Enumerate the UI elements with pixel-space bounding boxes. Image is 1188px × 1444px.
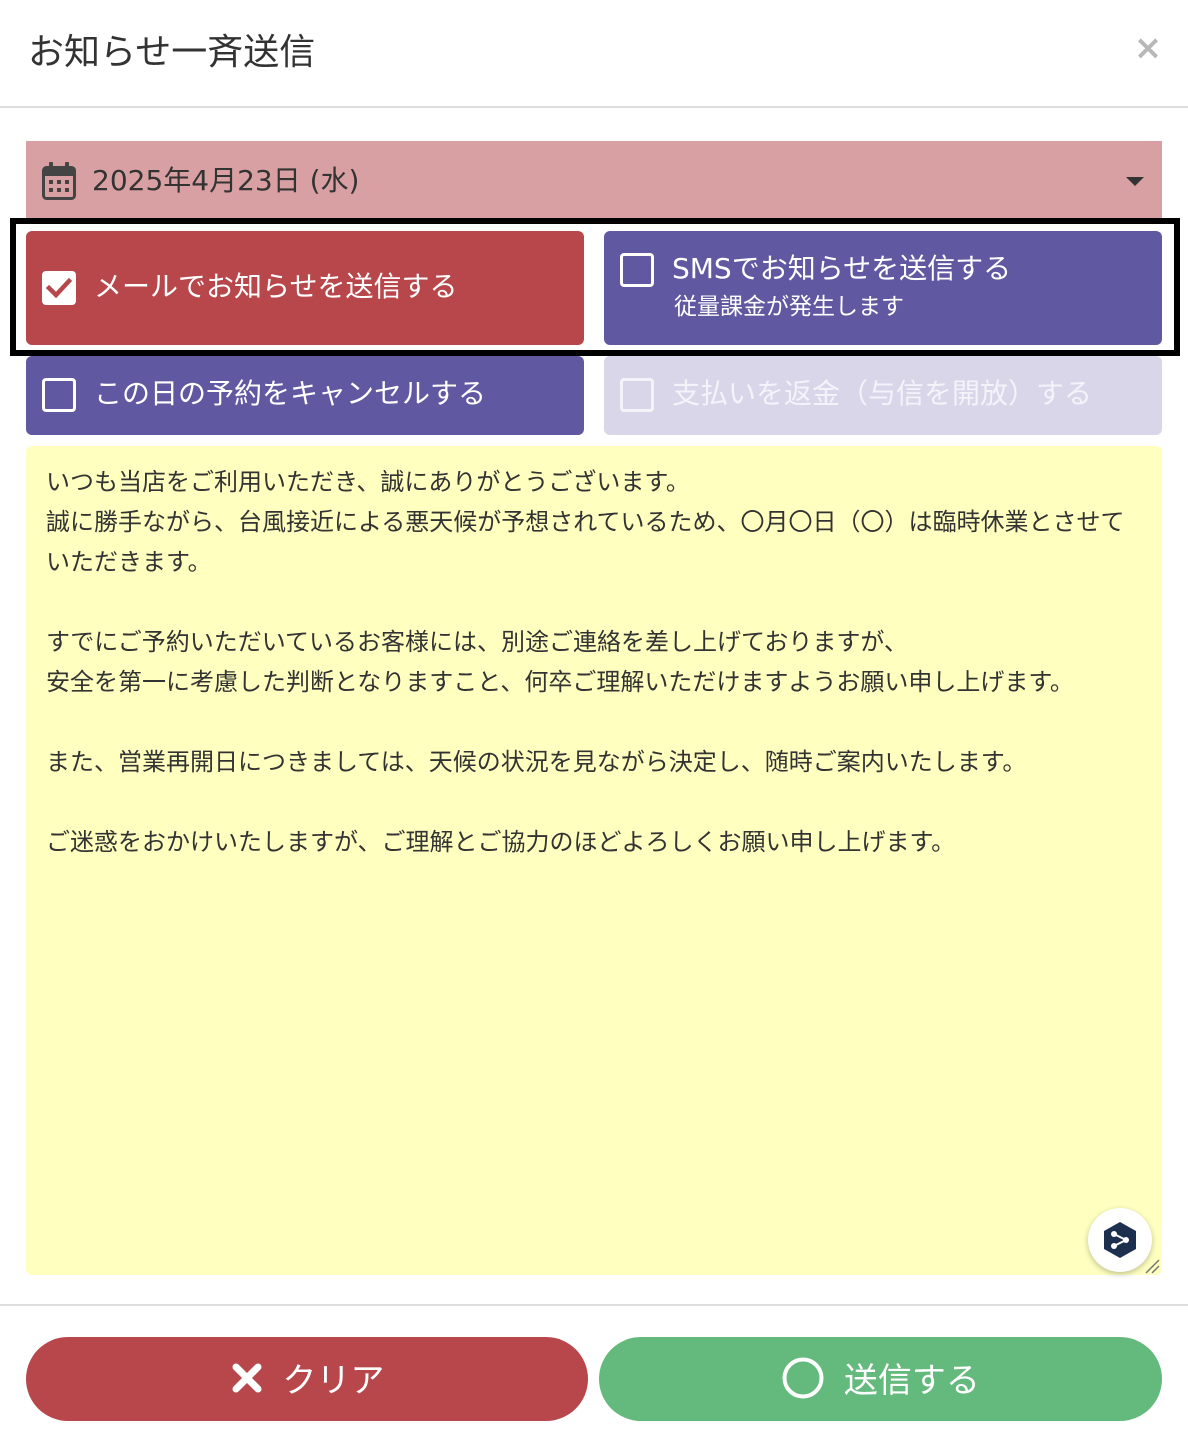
dialog-title: お知らせ一斉送信 xyxy=(28,32,316,73)
x-icon xyxy=(232,1363,262,1392)
assistant-share-button[interactable] xyxy=(1088,1208,1152,1272)
circle-icon xyxy=(782,1357,824,1398)
caret-down-icon xyxy=(1126,177,1144,186)
refund-label: 支払いを返金（与信を開放）する xyxy=(672,377,1093,410)
date-value: 2025年4月23日 (水) xyxy=(92,164,360,197)
refund-checkbox: 支払いを返金（与信を開放）する xyxy=(604,356,1162,435)
broadcast-dialog: お知らせ一斉送信 × 2025年4月23日 (水) メールでお知らせを送信する xyxy=(0,0,1188,1444)
send-button-label: 送信する xyxy=(843,1360,980,1401)
date-select[interactable]: 2025年4月23日 (水) xyxy=(26,141,1162,221)
share-hexagon-icon xyxy=(1104,1222,1136,1258)
checkbox-unchecked-icon xyxy=(620,378,654,412)
footer-divider xyxy=(0,1304,1188,1306)
send-button[interactable]: 送信する xyxy=(599,1337,1162,1421)
cancel-reservations-label: この日の予約をキャンセルする xyxy=(94,377,487,410)
clear-button-label: クリア xyxy=(282,1360,385,1401)
close-button[interactable]: × xyxy=(1132,28,1164,68)
calendar-icon xyxy=(42,162,76,200)
resize-grip-icon[interactable] xyxy=(1144,1258,1160,1274)
dialog-header: お知らせ一斉送信 × xyxy=(0,0,1188,108)
clear-button[interactable]: クリア xyxy=(26,1337,588,1421)
cancel-reservations-checkbox[interactable]: この日の予約をキャンセルする xyxy=(26,356,584,435)
message-textarea[interactable]: いつも当店をご利用いただき、誠にありがとうございます。 誠に勝手ながら、台風接近… xyxy=(26,446,1162,1275)
highlight-frame xyxy=(10,218,1180,356)
checkbox-unchecked-icon xyxy=(42,378,76,412)
